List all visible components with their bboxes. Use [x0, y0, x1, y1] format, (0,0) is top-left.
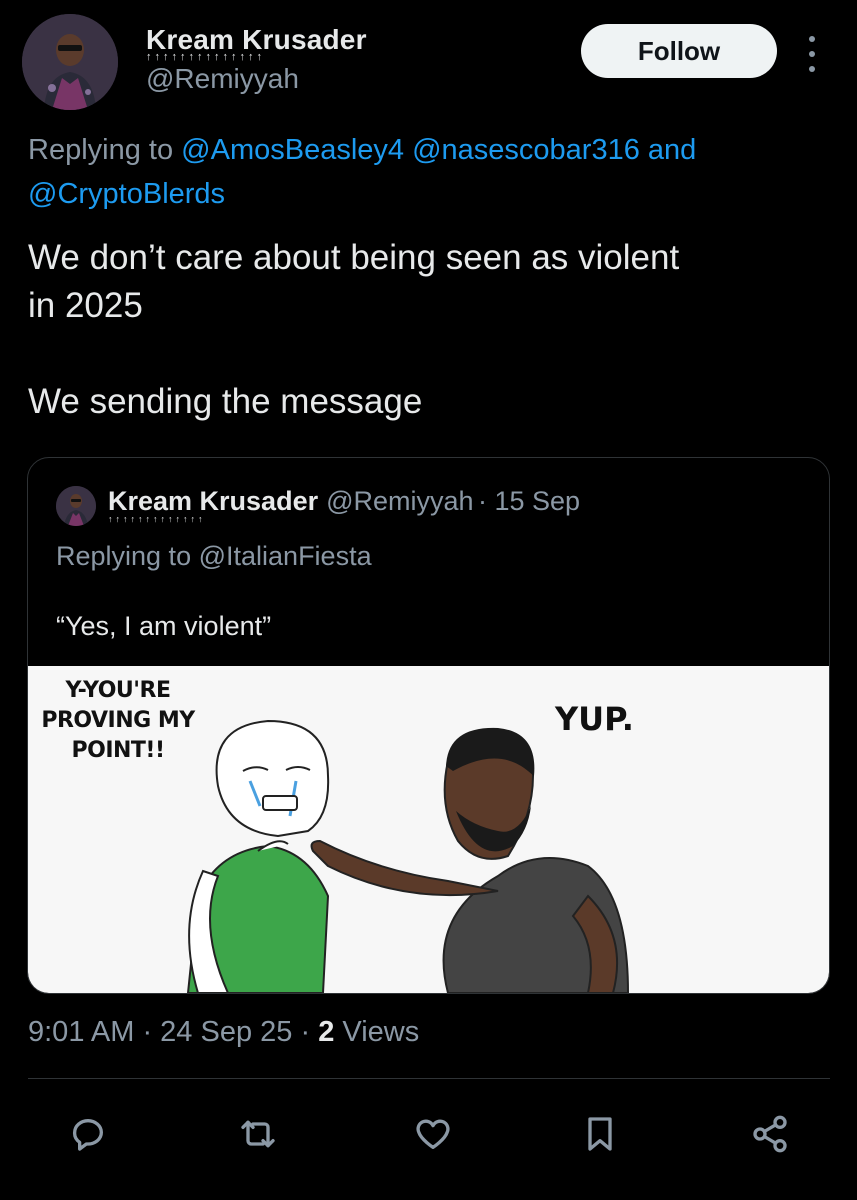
mention-link[interactable]: @AmosBeasley4 [181, 134, 404, 166]
meme-caption-right: YUP. [555, 700, 634, 738]
action-bar [60, 1106, 800, 1162]
quoted-names: Kream Krusader @Remiyyah · 15 Sep ↑↑↑↑↑↑↑… [108, 486, 581, 524]
quoted-replying-to: Replying to @ItalianFiesta [56, 538, 372, 574]
tweet-timestamp: 9:01 AM · 24 Sep 25 · 2 Views [28, 1010, 419, 1054]
replying-to-prefix: Replying to [28, 134, 174, 166]
author-handle[interactable]: @Remiyyah [146, 62, 367, 96]
meme-caption-line: POINT!! [71, 738, 166, 763]
meme-caption-left: Y-YOU'RE PROVING MY POINT!! [28, 676, 208, 766]
quoted-handle: @Remiyyah [326, 486, 474, 516]
tweet-text: We don’t care about being seen as violen… [28, 234, 828, 426]
quoted-avatar-image [56, 486, 96, 526]
tweet-text-line: We don’t care about being seen as violen… [28, 238, 680, 277]
avatar[interactable] [22, 14, 118, 110]
divider [28, 1078, 830, 1079]
bookmark-icon [588, 1117, 612, 1151]
author-names: Kream Krusader ↑↑↑↑↑↑↑↑↑↑↑↑↑↑ @Remiyyah [146, 24, 367, 96]
meme-caption-line: PROVING MY [41, 708, 195, 733]
meme-caption-line: Y-YOU'RE [65, 678, 171, 703]
bookmark-button[interactable] [572, 1106, 628, 1162]
follow-button[interactable]: Follow [581, 24, 777, 78]
mention-link[interactable]: @nasescobar316 [412, 134, 640, 166]
avatar-image [22, 14, 118, 110]
quoted-replying-prefix: Replying to [56, 541, 192, 571]
views-count: 2 [318, 1016, 335, 1048]
reply-button[interactable] [60, 1106, 116, 1162]
tweet-header: Kream Krusader ↑↑↑↑↑↑↑↑↑↑↑↑↑↑ @Remiyyah … [22, 14, 837, 110]
replying-to-joiner: and [647, 134, 697, 166]
retweet-icon [241, 1120, 275, 1148]
more-dot [809, 51, 815, 57]
reply-icon [72, 1119, 103, 1151]
quoted-date: · 15 Sep [478, 486, 581, 516]
quoted-display-name: Kream Krusader [108, 486, 319, 516]
like-icon [416, 1119, 450, 1149]
meme-image[interactable]: Y-YOU'RE PROVING MY POINT!! YUP. [28, 666, 829, 993]
quoted-tweet-card[interactable]: Kream Krusader @Remiyyah · 15 Sep ↑↑↑↑↑↑↑… [27, 457, 830, 994]
timestamp-date[interactable]: · 24 Sep 25 · [142, 1016, 310, 1048]
replying-to-line: Replying to @AmosBeasley4 @nasescobar316… [28, 128, 818, 216]
more-dot [809, 66, 815, 72]
more-options-icon[interactable] [802, 36, 822, 72]
like-button[interactable] [405, 1106, 461, 1162]
timestamp-time[interactable]: 9:01 AM [28, 1016, 134, 1048]
tweet-text-line: in 2025 [28, 286, 143, 325]
quoted-header: Kream Krusader @Remiyyah · 15 Sep ↑↑↑↑↑↑↑… [56, 486, 580, 526]
mention-link[interactable]: @CryptoBlerds [28, 178, 225, 210]
more-dot [809, 36, 815, 42]
share-icon [753, 1115, 787, 1153]
retweet-button[interactable] [230, 1106, 286, 1162]
tweet-text-line: We sending the message [28, 382, 423, 421]
share-button[interactable] [742, 1106, 798, 1162]
quoted-name-decoration: ↑↑↑↑↑↑↑↑↑↑↑↑↑ [108, 514, 206, 524]
quoted-mention: @ItalianFiesta [198, 541, 372, 571]
views-label: Views [342, 1016, 420, 1048]
quoted-text: “Yes, I am violent” [56, 611, 272, 641]
quoted-avatar [56, 486, 96, 526]
